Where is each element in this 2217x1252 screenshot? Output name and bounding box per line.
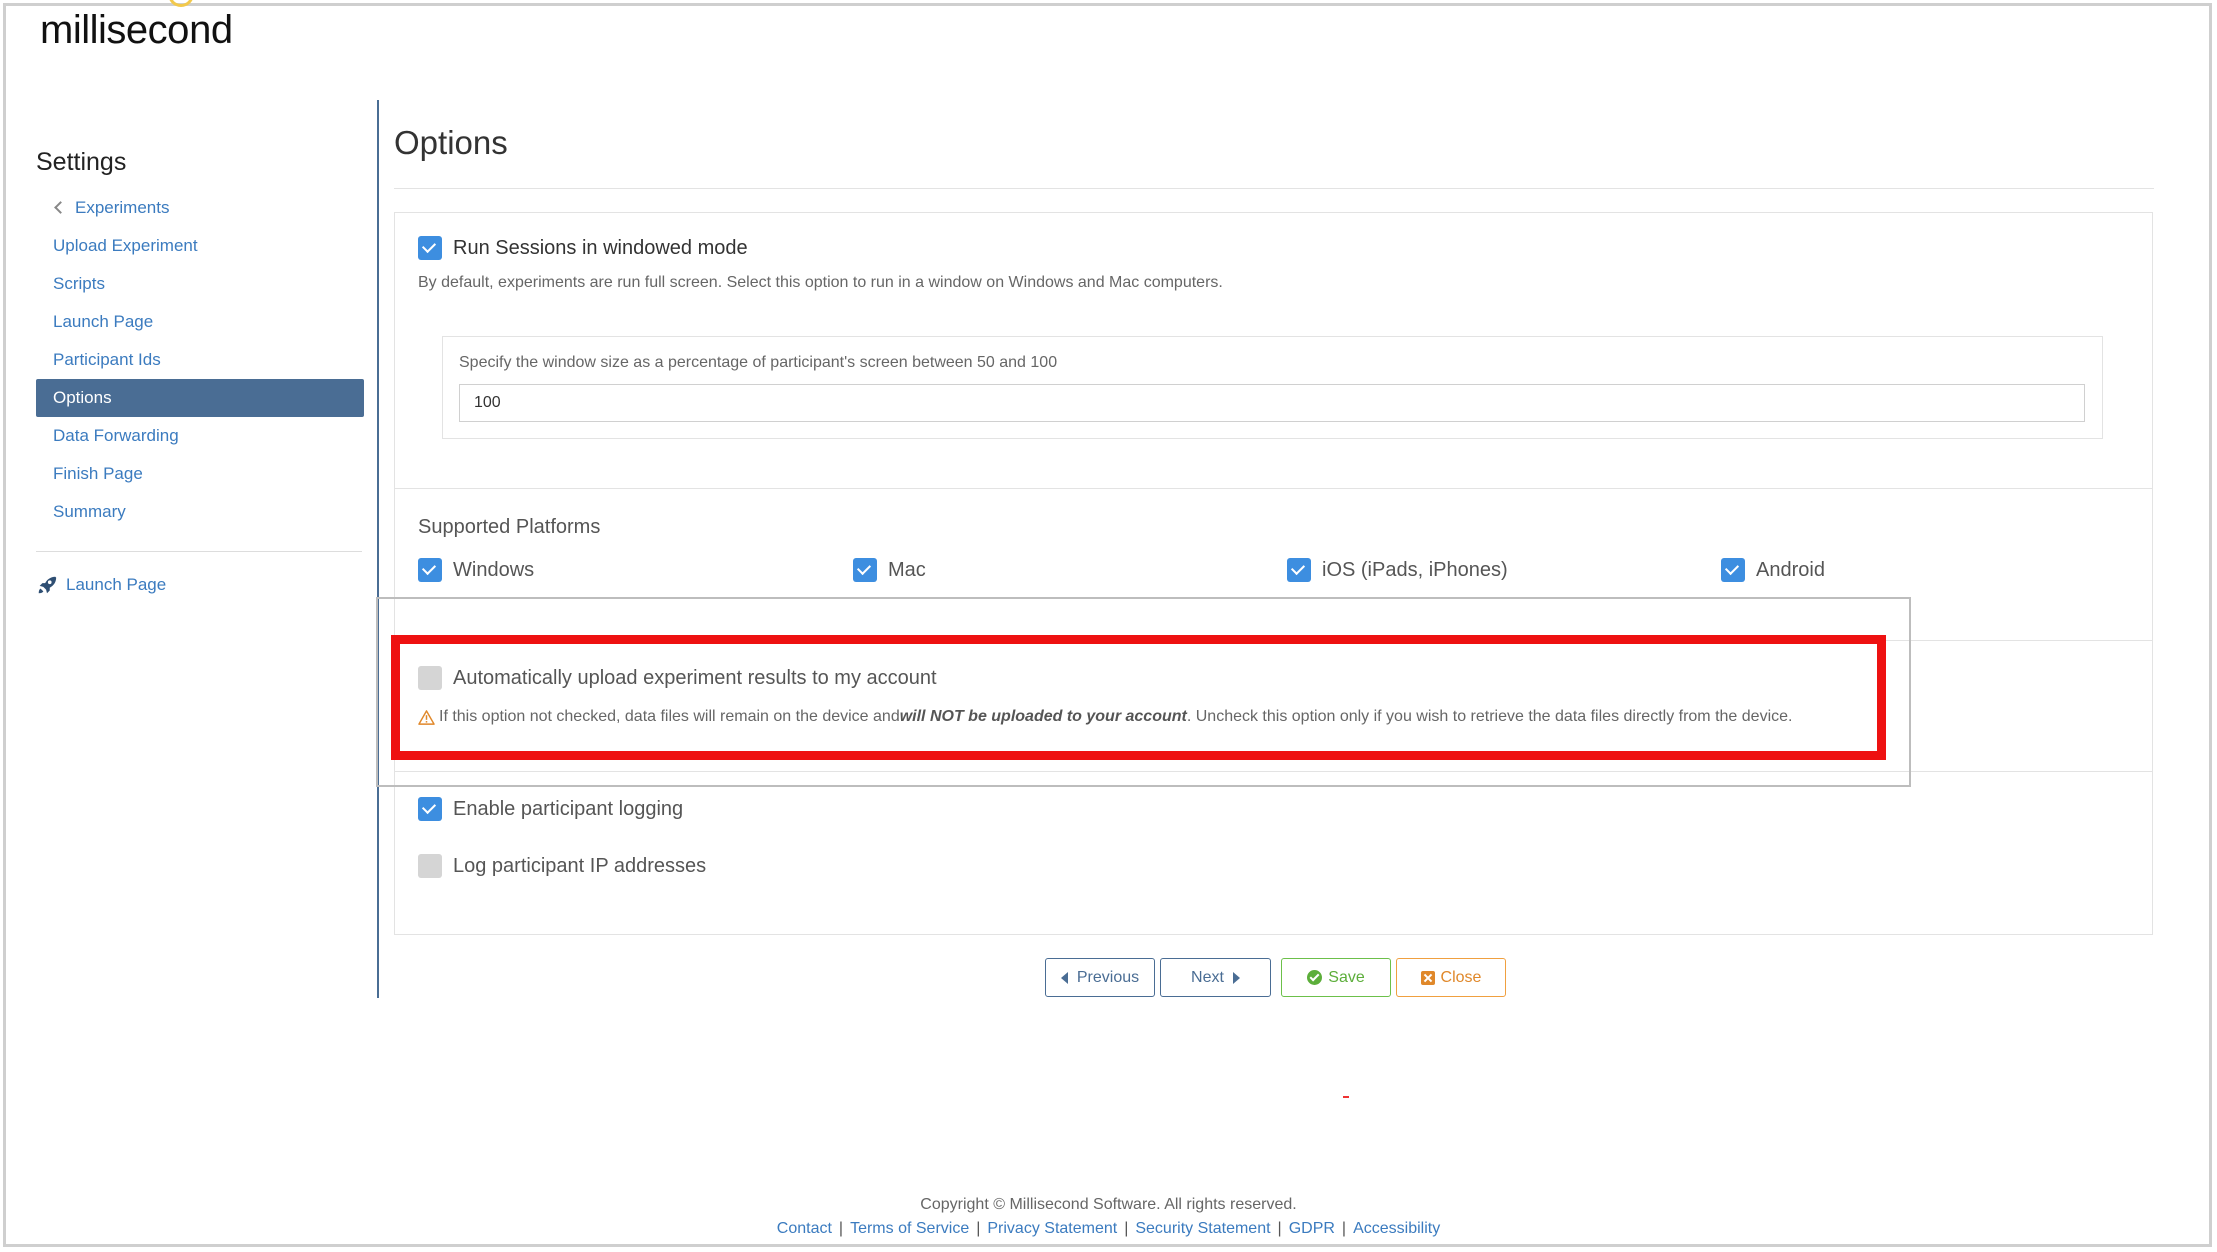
sidebar-item-finish-page[interactable]: Finish Page [36,455,364,493]
close-label: Close [1440,968,1482,986]
windowed-mode-help: By default, experiments are run full scr… [418,274,1223,291]
sidebar-item-label: Options [53,388,112,407]
sidebar-item-participant-ids[interactable]: Participant Ids [36,341,364,379]
windowed-mode-label: Run Sessions in windowed mode [453,236,748,259]
sidebar-item-upload-experiment[interactable]: Upload Experiment [36,227,364,265]
sidebar-nav: Experiments Upload Experiment Scripts La… [36,189,364,531]
sidebar-item-label: Launch Page [53,312,154,331]
sidebar-item-summary[interactable]: Summary [36,493,364,531]
chevron-left-icon [54,201,67,214]
sidebar-item-data-forwarding[interactable]: Data Forwarding [36,417,364,455]
sidebar-item-label: Upload Experiment [53,236,198,255]
close-button[interactable]: Close [1396,958,1506,997]
footer-separator: | [976,1220,981,1237]
warning-text-post: . Uncheck this option only if you wish t… [1186,708,1793,725]
supported-platforms-title: Supported Platforms [418,516,601,538]
sidebar-item-label: Participant Ids [53,350,161,369]
next-label: Next [1191,968,1224,986]
participant-logging-label: Enable participant logging [453,797,684,820]
footer-link-gdpr[interactable]: GDPR [1289,1220,1335,1237]
sidebar-item-launch-page[interactable]: Launch Page [36,303,364,341]
auto-upload-checkbox[interactable] [418,666,442,690]
footer-separator: | [1124,1220,1129,1237]
auto-upload-warning: If this option not checked, data files w… [418,708,1792,726]
logo-o-mark: o [167,0,195,52]
sidebar-divider [36,551,362,552]
auto-upload-option[interactable]: Automatically upload experiment results … [418,666,937,690]
ip-logging-option[interactable]: Log participant IP addresses [418,854,706,878]
ios-checkbox[interactable] [1287,558,1311,582]
settings-sidebar: Settings Experiments Upload Experiment S… [36,100,364,596]
page-title: Options [394,124,508,161]
ip-logging-label: Log participant IP addresses [453,854,707,877]
save-label: Save [1328,968,1365,986]
sidebar-title: Settings [36,148,127,176]
footer-links: Contact | Terms of Service | Privacy Stateme… [0,1220,2217,1238]
close-square-icon [1420,970,1435,985]
sidebar-item-label: Data Forwarding [53,426,179,445]
platform-android[interactable]: Android [1721,558,1825,582]
warning-text-pre: If this option not checked, data files w… [439,708,900,725]
platform-label: iOS (iPads, iPhones) [1322,558,1508,581]
footer-separator: | [1341,1220,1347,1237]
sidebar-launch-link[interactable]: Launch Page [36,574,364,596]
logo-text-b: nd [189,8,233,52]
participant-logging-option[interactable]: Enable participant logging [418,797,683,821]
sidebar-item-options[interactable]: Options [36,379,364,417]
main-content: Options [394,100,2154,189]
footer-separator: | [1277,1220,1282,1237]
sidebar-item-label: Summary [53,502,126,521]
previous-label: Previous [1076,968,1140,986]
rocket-icon [38,576,57,594]
android-checkbox[interactable] [1721,558,1745,582]
millisecond-logo[interactable]: millisecond [40,0,233,53]
platform-label: Windows [453,558,535,581]
window-size-input[interactable] [459,384,2085,422]
footer-copyright: Copyright © Millisecond Software. All ri… [920,1196,1297,1213]
sidebar-item-label: Experiments [75,198,170,217]
save-button[interactable]: Save [1281,958,1391,997]
title-divider [394,188,2154,189]
warning-text-bold: will NOT be uploaded to your account [899,708,1187,725]
sidebar-item-scripts[interactable]: Scripts [36,265,364,303]
mac-checkbox[interactable] [853,558,877,582]
footer-link-accessibility[interactable]: Accessibility [1353,1220,1440,1237]
platform-mac[interactable]: Mac [853,558,926,582]
caret-left-icon [1060,971,1068,984]
next-button[interactable]: Next [1160,958,1271,997]
stray-mark [1343,1096,1349,1098]
options-panel [394,212,2153,935]
previous-button[interactable]: Previous [1045,958,1155,997]
sidebar-divider-line [377,100,379,998]
warning-icon [418,709,435,725]
sidebar-item-label: Finish Page [53,464,143,483]
check-circle-icon [1307,970,1323,985]
section-divider [394,488,2153,489]
windows-checkbox[interactable] [418,558,442,582]
window-size-label: Specify the window size as a percentage … [459,354,1058,371]
footer-link-contact[interactable]: Contact [777,1220,832,1237]
sidebar-item-label: Scripts [53,274,105,293]
auto-upload-highlight [391,635,1886,760]
platform-label: Mac [888,558,926,581]
windowed-mode-checkbox[interactable] [418,236,442,260]
participant-logging-checkbox[interactable] [418,797,442,821]
sidebar-item-experiments[interactable]: Experiments [36,189,364,227]
platform-label: Android [1756,558,1825,581]
footer-separator: | [838,1220,844,1237]
footer-link-security[interactable]: Security Statement [1135,1220,1270,1237]
launch-link-label: Launch Page [66,575,167,594]
action-buttons: Previous Next Save Close [1045,958,1506,997]
logo-text-a: millisec [40,8,168,52]
footer-link-terms[interactable]: Terms of Service [850,1220,969,1237]
platform-ios[interactable]: iOS (iPads, iPhones) [1287,558,1508,582]
footer-link-privacy[interactable]: Privacy Statement [987,1220,1117,1237]
caret-right-icon [1232,971,1240,984]
auto-upload-label: Automatically upload experiment results … [453,666,937,689]
platform-windows[interactable]: Windows [418,558,534,582]
windowed-mode-option[interactable]: Run Sessions in windowed mode [418,236,748,260]
ip-logging-checkbox[interactable] [418,854,442,878]
